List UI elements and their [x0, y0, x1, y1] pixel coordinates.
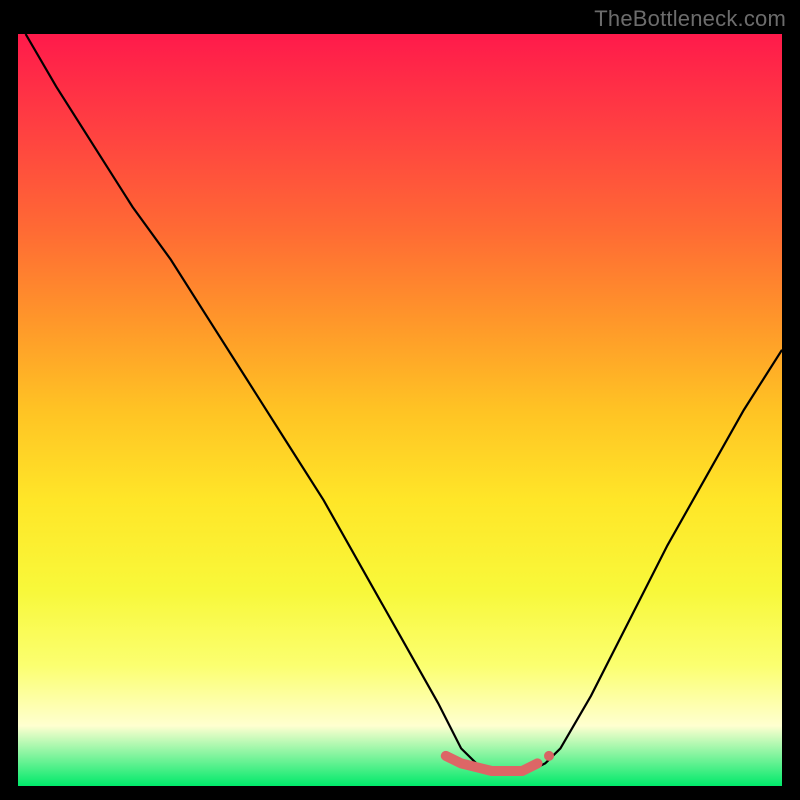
bottleneck-curve — [26, 34, 782, 771]
plot-area — [18, 34, 782, 786]
trough-marker — [446, 752, 553, 771]
watermark-text: TheBottleneck.com — [594, 6, 786, 32]
trough-dot-icon — [544, 751, 554, 761]
chart-frame: TheBottleneck.com — [0, 0, 800, 800]
curve-svg — [18, 34, 782, 786]
